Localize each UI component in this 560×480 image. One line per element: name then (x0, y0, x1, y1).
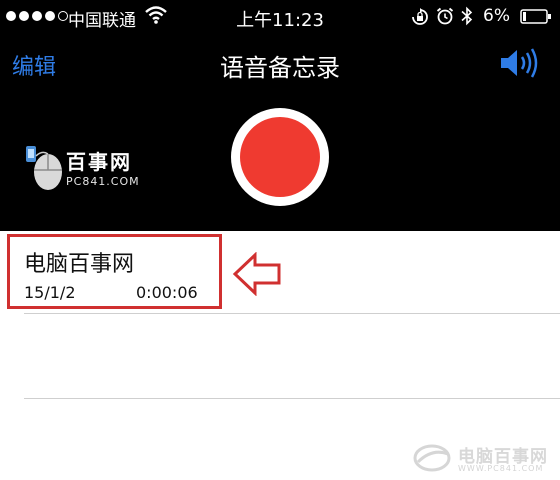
divider (24, 398, 560, 399)
watermark-sub: PC841.COM (66, 175, 140, 188)
bluetooth-icon (461, 6, 473, 26)
watermark-title: 百事网 (66, 150, 132, 174)
annotation-box (7, 234, 222, 309)
battery-percent: 6% (483, 6, 510, 26)
speaker-icon[interactable] (496, 46, 542, 80)
status-time: 上午11:23 (236, 10, 324, 31)
footer-watermark-sub: WWW.PC841.COM (458, 464, 544, 473)
top-panel: 中国联通 上午11:23 6% 编辑 语音备忘录 百事网 PC841.COM (0, 0, 560, 231)
battery-icon (520, 9, 551, 24)
arrow-left-icon (232, 252, 281, 296)
footer-logo-icon (413, 444, 451, 472)
alarm-icon (436, 7, 454, 25)
orientation-lock-icon (412, 8, 428, 25)
page-title: 语音备忘录 (220, 54, 340, 82)
record-icon (240, 117, 320, 197)
divider (24, 313, 560, 314)
record-button[interactable] (231, 108, 329, 206)
status-bar: 中国联通 上午11:23 6% (0, 0, 560, 34)
mouse-logo-icon (26, 146, 62, 190)
